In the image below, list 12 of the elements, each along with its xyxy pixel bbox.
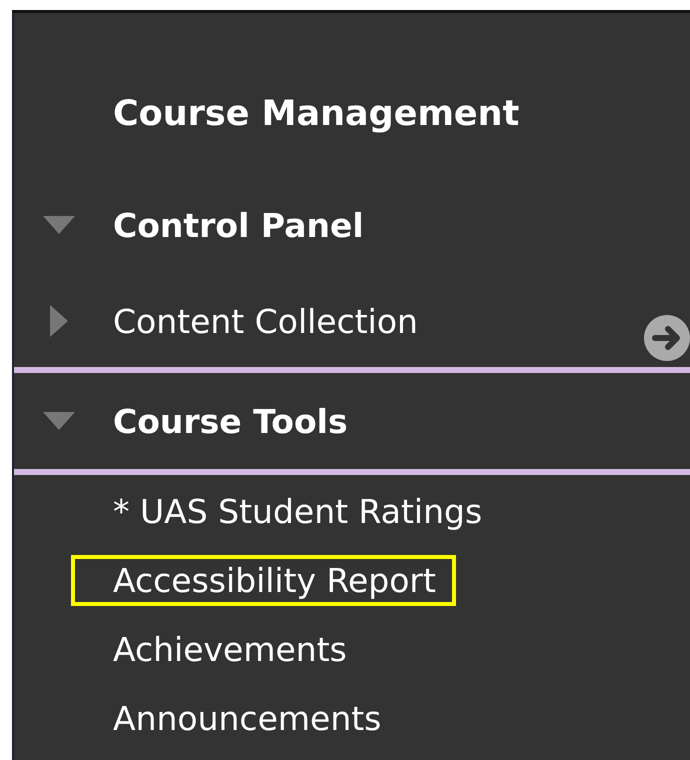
caret-down-icon[interactable] [42,412,74,430]
section-heading[interactable]: Control Panel [113,206,364,244]
menu-item[interactable]: * UAS Student Ratings [71,486,502,537]
section-heading[interactable]: Course Tools [113,402,348,440]
caret-right-icon[interactable] [50,305,68,337]
menu-item[interactable]: Accessibility Report [71,555,456,606]
arrow-right-icon[interactable] [644,315,690,361]
menu-item[interactable]: Achievements [71,624,367,675]
caret-down-icon[interactable] [42,216,74,234]
panel-title: Course Management [112,93,520,136]
menu-item[interactable]: Announcements [71,693,402,744]
menu-link[interactable]: Content Collection [113,302,418,340]
